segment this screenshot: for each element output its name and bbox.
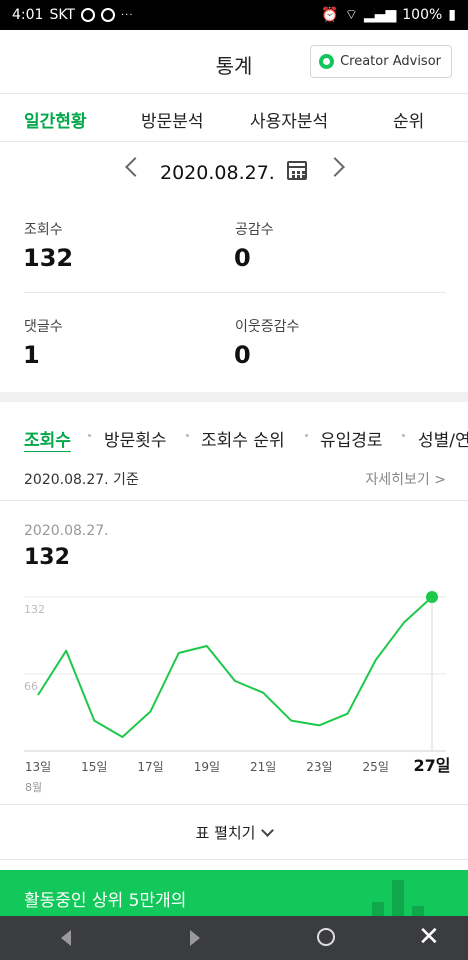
y-tick-label: 66	[24, 680, 38, 693]
subtab-referrer[interactable]: 유입경로	[320, 426, 383, 451]
alarm-icon: ⏰	[321, 7, 339, 23]
subtab-views[interactable]: 조회수	[24, 426, 71, 451]
prev-date-chevron-icon[interactable]	[125, 157, 145, 177]
subtab-gender-age[interactable]: 성별/연	[418, 426, 468, 451]
stat-views-label: 조회수	[24, 222, 63, 238]
forward-icon[interactable]	[190, 930, 200, 946]
more-notifications-icon: ···	[121, 9, 134, 21]
status-bar: 4:01 SKT ··· ⏰ ⌔ ▂▄▆ 100% ▮	[0, 0, 468, 30]
banner-chart-icon	[372, 880, 424, 920]
stat-likes-value: 0	[234, 244, 251, 272]
section-gap	[0, 392, 468, 402]
divider	[24, 292, 446, 293]
browser-nav-bar: ✕	[0, 916, 468, 960]
globe-icon[interactable]	[317, 928, 335, 946]
x-tick-label: 21일	[250, 760, 276, 774]
creator-advisor-button[interactable]: Creator Advisor	[310, 45, 452, 78]
next-date-chevron-icon[interactable]	[325, 157, 345, 177]
x-tick-label: 25일	[363, 760, 389, 774]
promo-banner[interactable]: 활동중인 상위 5만개의	[0, 870, 468, 920]
calendar-icon[interactable]	[287, 161, 307, 180]
expand-table-button[interactable]: 표 펼치기	[0, 804, 468, 860]
wifi-icon: ⌔	[344, 7, 358, 23]
page-header: 통계 Creator Advisor	[0, 30, 468, 94]
series-line	[37, 596, 433, 738]
stat-neighbors-value: 0	[234, 341, 251, 369]
subtab-views-ranking[interactable]: 조회수 순위	[201, 426, 285, 451]
subtab-visits[interactable]: 방문횟수	[104, 426, 167, 451]
main-tabs: 일간현황 방문분석 사용자분석 순위	[0, 95, 468, 142]
chart-selected-value: 132	[24, 545, 70, 570]
divider	[0, 500, 468, 501]
y-tick-label: 132	[24, 603, 45, 616]
tab-visit-analysis[interactable]: 방문분석	[141, 107, 204, 132]
tab-ranking[interactable]: 순위	[393, 107, 424, 132]
creator-advisor-logo-icon	[319, 54, 335, 69]
subtab-separator	[88, 434, 91, 437]
subtab-separator	[305, 434, 308, 437]
x-tick-label: 27일	[414, 756, 451, 775]
banner-text: 활동중인 상위 5만개의	[24, 891, 187, 911]
status-carrier: SKT	[49, 7, 75, 23]
reference-date: 2020.08.27. 기준	[24, 472, 139, 488]
battery-level: 100%	[402, 7, 443, 23]
x-month-label: 8월	[25, 781, 43, 794]
x-tick-label: 23일	[306, 760, 332, 774]
signal-icon: ▂▄▆	[363, 7, 397, 23]
status-time: 4:01	[12, 7, 44, 23]
date-navigation: 2020.08.27.	[0, 142, 468, 200]
subtab-separator	[402, 434, 405, 437]
subtab-separator	[186, 434, 189, 437]
back-icon[interactable]	[61, 930, 71, 946]
tab-user-analysis[interactable]: 사용자분석	[250, 107, 328, 132]
notification-icon-2	[101, 8, 115, 22]
battery-icon: ▮	[448, 7, 456, 23]
current-date: 2020.08.27.	[160, 162, 275, 184]
stat-views-value: 132	[23, 244, 74, 272]
stat-comments-value: 1	[23, 341, 40, 369]
detail-link[interactable]: 자세히보기 >	[365, 469, 446, 489]
highlight-point	[426, 591, 438, 603]
notification-icon	[81, 8, 95, 22]
tab-daily[interactable]: 일간현황	[24, 107, 87, 132]
expand-table-label: 표 펼치기	[195, 823, 256, 842]
stat-likes-label: 공감수	[235, 222, 274, 238]
chevron-down-icon	[261, 823, 275, 837]
close-icon[interactable]: ✕	[418, 924, 440, 950]
stat-neighbors-label: 이웃증감수	[235, 319, 300, 335]
views-line-chart: 132 66 13일 15일 17일 19일 21일 23일 25일 27일	[24, 591, 451, 775]
x-tick-label: 17일	[137, 760, 163, 774]
creator-advisor-label: Creator Advisor	[340, 54, 441, 69]
x-tick-label: 13일	[25, 760, 51, 774]
app-screen: 4:01 SKT ··· ⏰ ⌔ ▂▄▆ 100% ▮ 통계 Creator A…	[0, 0, 468, 960]
x-tick-label: 19일	[194, 760, 220, 774]
chart-selected-date: 2020.08.27.	[24, 523, 109, 539]
x-tick-label: 15일	[81, 760, 107, 774]
stat-comments-label: 댓글수	[24, 319, 63, 335]
